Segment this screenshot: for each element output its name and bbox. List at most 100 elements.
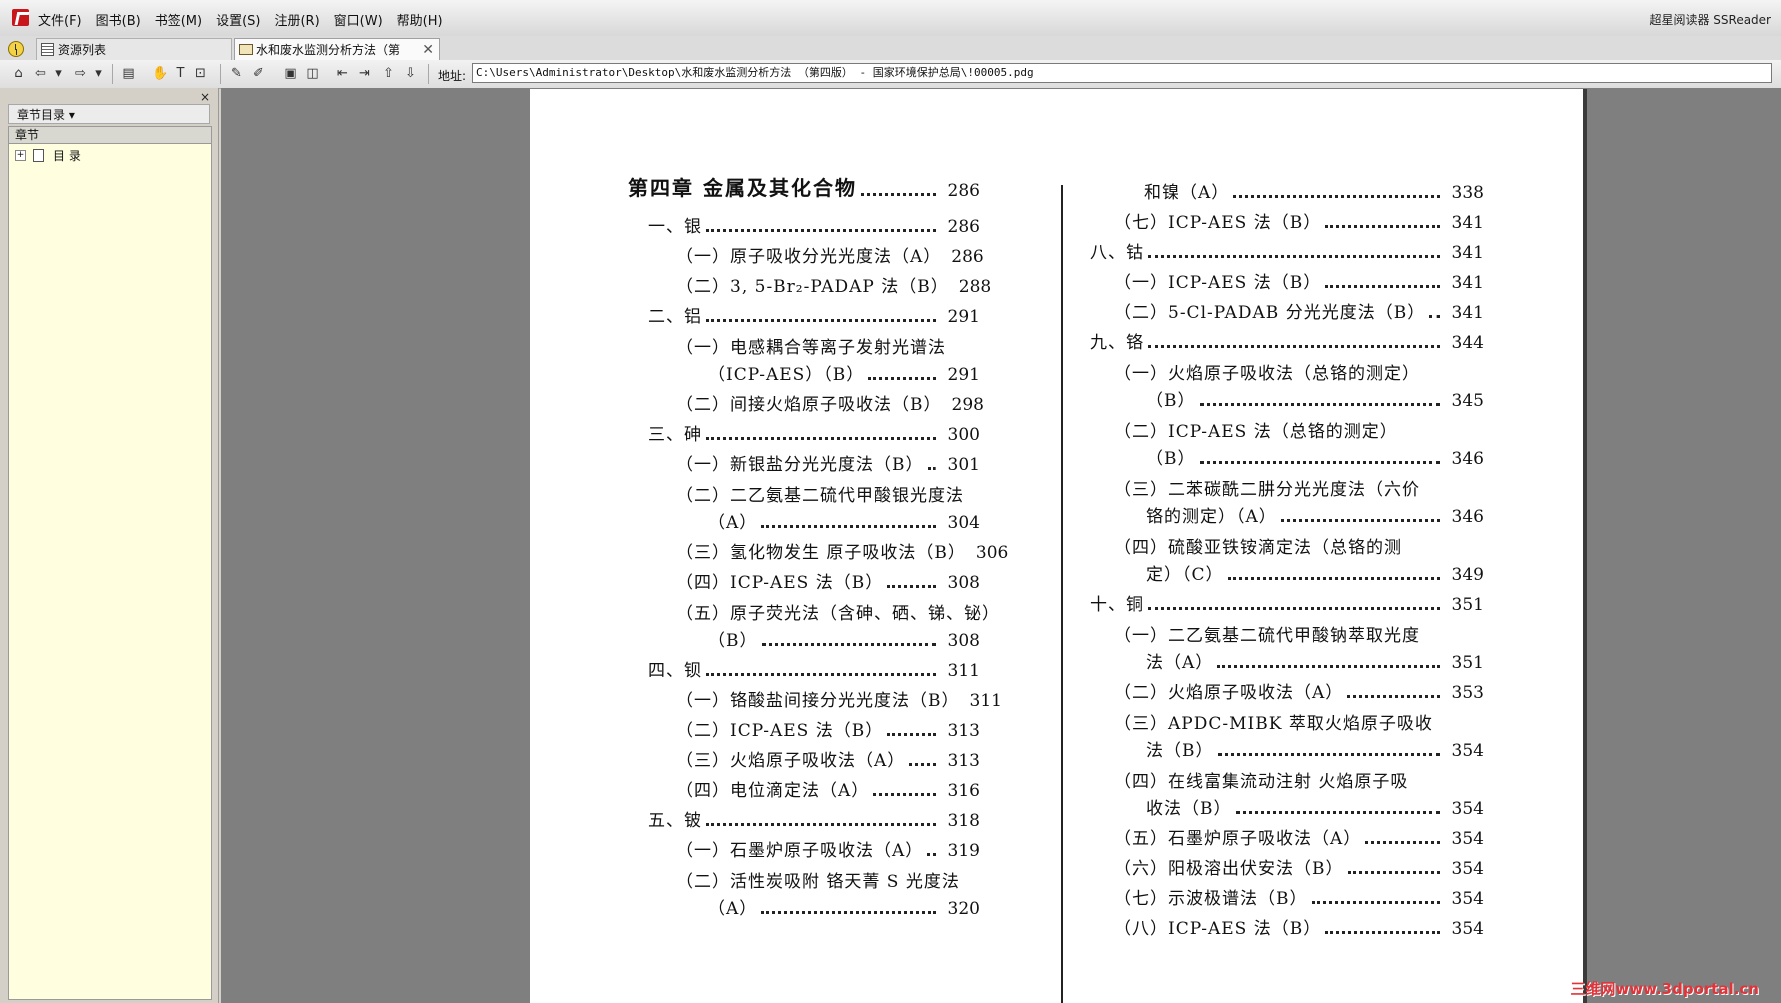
toc-entry[interactable]: （七）示波极谱法（B） 354 [1114, 885, 1484, 909]
toc-entry-title: （二）5-Cl-PADAB 分光光度法（B） [1114, 303, 1426, 323]
menu-bar: 文件(F) 图书(B) 书签(M) 设置(S) 注册(R) 窗口(W) 帮助(H… [0, 0, 1781, 37]
toc-entry[interactable]: （A） 304 [708, 509, 980, 533]
page-down-icon[interactable]: ⇩ [402, 65, 419, 82]
toc-chapter-entry[interactable]: 第四章 金属及其化合物 286 [628, 176, 980, 201]
fit-width-icon[interactable]: ◫ [304, 65, 321, 82]
toc-entry[interactable]: （二）ICP-AES 法（B） 313 [676, 717, 980, 741]
toc-page-number: 311 [969, 691, 1002, 711]
toc-entry[interactable]: 铬的测定）（A） 346 [1146, 503, 1484, 527]
toc-entry[interactable]: （二）二乙氨基二硫代甲酸银光度法 [676, 481, 964, 506]
toc-entry[interactable]: 五、铍 318 [648, 807, 980, 831]
toc-entry[interactable]: （一）铬酸盐间接分光光度法（B） 311 [676, 687, 1002, 711]
page-up-icon[interactable]: ⇧ [380, 65, 397, 82]
toc-entry[interactable]: （二）3, 5-Br₂-PADAP 法（B） 288 [676, 273, 991, 297]
toc-entry[interactable]: 和镍（A） 338 [1144, 179, 1484, 203]
forward-icon[interactable]: ⇨ [72, 65, 89, 82]
hand-tool-icon[interactable]: ✋ [152, 65, 169, 82]
toc-entry[interactable]: （一）火焰原子吸收法（总铬的测定） [1114, 359, 1420, 384]
toc-entry[interactable]: （B） 308 [708, 627, 980, 651]
toc-entry[interactable]: （七）ICP-AES 法（B） 341 [1114, 209, 1484, 233]
toc-entry[interactable]: 八、钴 341 [1090, 239, 1484, 263]
tab-book[interactable]: 水和废水监测分析方法（第 ✕ [234, 38, 440, 60]
toc-entry[interactable]: 四、钡 311 [648, 657, 980, 681]
home-icon[interactable]: ⌂ [10, 65, 27, 82]
menu-bookmark[interactable]: 书签(M) [155, 10, 202, 29]
menu-help[interactable]: 帮助(H) [397, 10, 443, 29]
address-field[interactable]: C:\Users\Administrator\Desktop\水和废水监测分析方… [472, 63, 1772, 83]
toc-entry[interactable]: （一）ICP-AES 法（B） 341 [1114, 269, 1484, 293]
toc-leader-dots [927, 467, 936, 470]
toc-entry[interactable]: 二、铝 291 [648, 303, 980, 327]
close-sidebar-icon[interactable]: × [200, 90, 210, 104]
toc-entry[interactable]: （六）阳极溶出伏安法（B） 354 [1114, 855, 1484, 879]
toc-entry[interactable]: （A） 320 [708, 895, 980, 919]
toc-entry[interactable]: （B） 345 [1146, 387, 1484, 411]
toc-page-number: 311 [947, 661, 980, 681]
document-viewport[interactable]: 第四章 金属及其化合物 286 一、银 286 （一）原子吸收分光光度法（A） 286 （二… [221, 88, 1781, 1003]
toc-leader-dots [887, 585, 936, 588]
back-dropdown-icon[interactable]: ▾ [50, 65, 67, 82]
toc-entry[interactable]: （四）电位滴定法（A） 316 [676, 777, 980, 801]
toc-entry[interactable]: 一、银 286 [648, 213, 980, 237]
close-tab-icon[interactable]: ✕ [422, 42, 434, 58]
toc-entry[interactable]: （二）活性炭吸附 铬天菁 S 光度法 [676, 867, 960, 892]
toc-entry[interactable]: 法（B） 354 [1146, 737, 1484, 761]
toc-leader-dots [706, 229, 936, 232]
menu-file[interactable]: 文件(F) [38, 10, 82, 29]
address-label: 地址: [438, 69, 467, 83]
toc-entry[interactable]: （三）APDC-MIBK 萃取火焰原子吸收 [1114, 709, 1433, 734]
toc-entry[interactable]: （一）石墨炉原子吸收法（A） 319 [676, 837, 980, 861]
menu-settings[interactable]: 设置(S) [216, 10, 260, 29]
toc-entry[interactable]: （四）在线富集流动注射 火焰原子吸 [1114, 767, 1408, 792]
toc-entry[interactable]: （五）原子荧光法（含砷、硒、锑、铋） [676, 599, 1000, 624]
book-icon [239, 44, 253, 55]
toc-entry[interactable]: （三）火焰原子吸收法（A） 313 [676, 747, 980, 771]
toc-leader-dots [761, 911, 936, 914]
toc-entry-title: （四）在线富集流动注射 火焰原子吸 [1114, 772, 1409, 792]
tree-node-toc[interactable]: + 目 录 [15, 147, 81, 164]
toc-entry[interactable]: （四）ICP-AES 法（B） 308 [676, 569, 980, 593]
menu-register[interactable]: 注册(R) [274, 10, 319, 29]
toc-entry[interactable]: （B） 346 [1146, 445, 1484, 469]
toc-entry[interactable]: （二）火焰原子吸收法（A） 353 [1114, 679, 1484, 703]
toc-entry[interactable]: （二）间接火焰原子吸收法（B） 298 [676, 391, 984, 415]
toc-entry[interactable]: 三、砷 300 [648, 421, 980, 445]
toc-entry[interactable]: （一）新银盐分光光度法（B） 301 [676, 451, 980, 475]
back-icon[interactable]: ⇦ [32, 65, 49, 82]
toc-entry[interactable]: （一）电感耦合等离子发射光谱法 [676, 333, 946, 358]
toc-entry[interactable]: （三）氢化物发生 原子吸收法（B） 306 [676, 539, 1008, 563]
tab-resource-list[interactable]: 资源列表 [36, 38, 232, 60]
toc-entry[interactable]: （五）石墨炉原子吸收法（A） 354 [1114, 825, 1484, 849]
first-page-icon[interactable]: ⇤ [334, 65, 351, 82]
highlighter-icon[interactable]: ✐ [250, 65, 267, 82]
chapter-column-header: 章节 [9, 127, 211, 144]
toc-entry[interactable]: （ICP-AES）（B） 291 [708, 361, 980, 385]
toc-entry[interactable]: （一）二乙氨基二硫代甲酸钠萃取光度 [1114, 621, 1420, 646]
toc-entry[interactable]: 定）（C） 349 [1146, 561, 1484, 585]
toc-entry[interactable]: （二）ICP-AES 法（总铬的测定） [1114, 417, 1398, 442]
menu-book[interactable]: 图书(B) [96, 10, 141, 29]
menu-window[interactable]: 窗口(W) [334, 10, 383, 29]
toc-entry[interactable]: （四）硫酸亚铁铵滴定法（总铬的测 [1114, 533, 1402, 558]
toc-panel-icon[interactable]: ▤ [120, 65, 137, 82]
toc-entry[interactable]: 收法（B） 354 [1146, 795, 1484, 819]
toc-entry[interactable]: （二）5-Cl-PADAB 分光光度法（B） 341 [1114, 299, 1484, 323]
toc-entry[interactable]: （三）二苯碳酰二肼分光光度法（六价 [1114, 475, 1420, 500]
toc-entry[interactable]: （八）ICP-AES 法（B） 354 [1114, 915, 1484, 939]
annotate-icon[interactable]: ✎ [228, 65, 245, 82]
last-page-icon[interactable]: ⇥ [356, 65, 373, 82]
toc-entry[interactable]: 十、铜 351 [1090, 591, 1484, 615]
toc-entry[interactable]: 九、铬 344 [1090, 329, 1484, 353]
toc-entry-title: （一）二乙氨基二硫代甲酸钠萃取光度 [1114, 626, 1420, 646]
fit-page-icon[interactable]: ▣ [282, 65, 299, 82]
forward-dropdown-icon[interactable]: ▾ [90, 65, 107, 82]
history-tab[interactable] [8, 38, 28, 59]
toc-entry[interactable]: 法（A） 351 [1146, 649, 1484, 673]
toc-page-number: 354 [1451, 919, 1484, 939]
toc-entry[interactable]: （一）原子吸收分光光度法（A） 286 [676, 243, 984, 267]
text-select-icon[interactable]: T [172, 65, 189, 82]
region-select-icon[interactable]: ⊡ [192, 65, 209, 82]
chapter-toc-dropdown[interactable]: 章节目录 ▾ [8, 104, 210, 124]
expand-icon[interactable]: + [15, 150, 26, 161]
toc-page-number: 306 [975, 543, 1009, 563]
